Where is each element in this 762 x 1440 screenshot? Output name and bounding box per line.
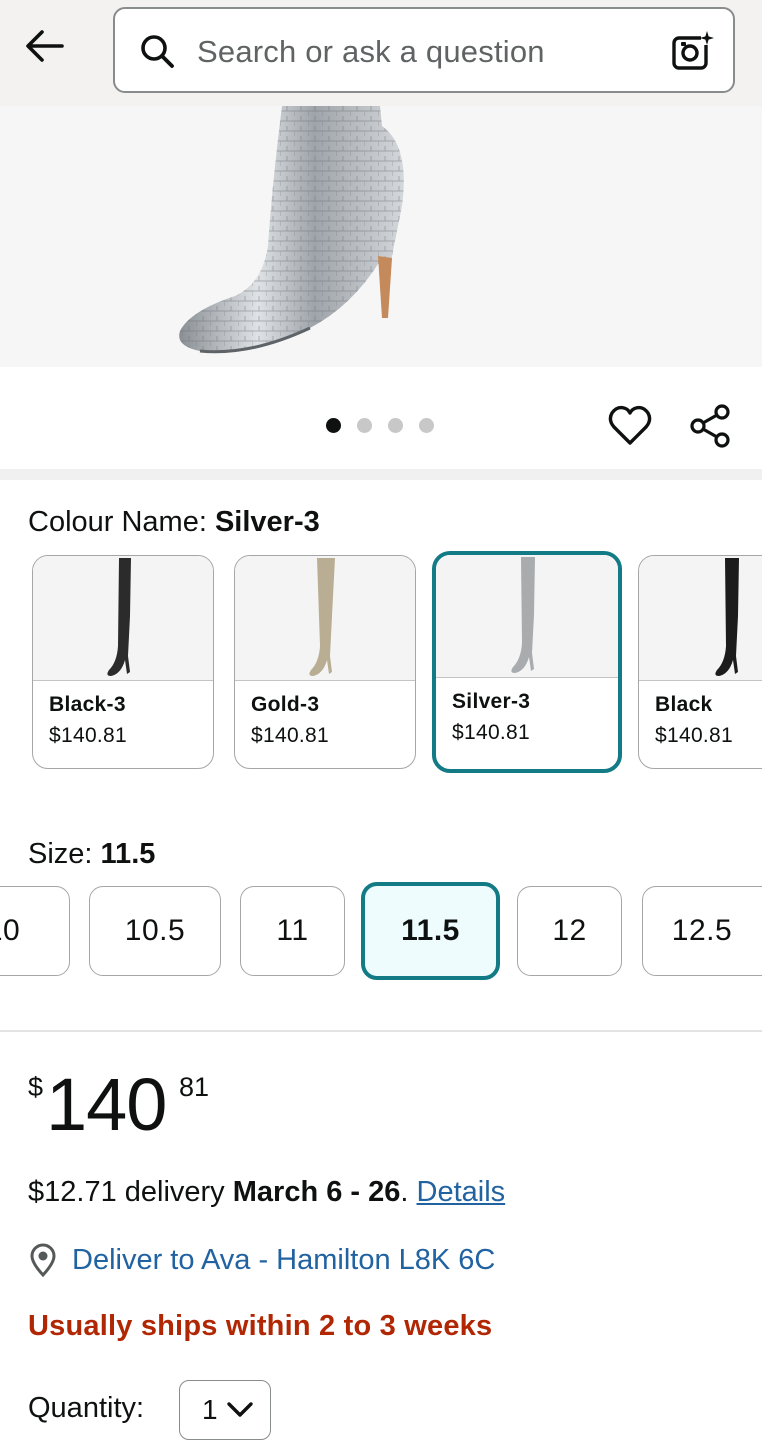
colour-option-black-3[interactable]: Black-3 $140.81 (32, 555, 214, 769)
delivery-info: $12.71 delivery March 6 - 26. Details (28, 1176, 505, 1209)
quantity-select[interactable]: 1 (179, 1380, 271, 1440)
carousel-dot[interactable] (388, 418, 403, 433)
carousel-indicator (326, 418, 434, 436)
selected-size: 11.5 (100, 838, 156, 870)
delivery-details-link[interactable]: Details (417, 1176, 506, 1208)
search-icon (141, 35, 174, 68)
quantity-value: 1 (202, 1394, 218, 1425)
price-fraction: 81 (179, 1072, 210, 1102)
share-button[interactable] (686, 402, 734, 450)
search-placeholder: Search or ask a question (197, 34, 545, 69)
colour-option-price: $140.81 (251, 724, 330, 747)
colour-option-gold-3[interactable]: Gold-3 $140.81 (234, 555, 416, 769)
back-arrow-icon (26, 30, 64, 62)
colour-option-name: Silver-3 (452, 690, 531, 713)
boot-thumbnail (511, 557, 535, 673)
colour-option-silver-3[interactable]: Silver-3 $140.81 (432, 551, 622, 773)
colour-option-name: Black (655, 693, 713, 716)
size-option-label: 12.5 (671, 914, 733, 947)
carousel-dot[interactable] (357, 418, 372, 433)
quantity-label: Quantity: (28, 1392, 145, 1424)
size-option-10[interactable]: 10 (0, 886, 70, 976)
colour-option-name: Black-3 (49, 693, 126, 716)
size-label-text: Size: (28, 838, 101, 870)
boot-thumbnail (309, 558, 335, 676)
boot-thumbnail (107, 558, 131, 676)
colour-option-price: $140.81 (655, 724, 734, 747)
size-option-label: 10 (0, 914, 21, 947)
deliver-to-link[interactable]: Deliver to Ava - Hamilton L8K 6C (28, 1240, 495, 1280)
size-option-10-5[interactable]: 10.5 (89, 886, 221, 976)
delivery-dates: March 6 - 26 (232, 1176, 401, 1208)
colour-option-name: Gold-3 (251, 693, 320, 716)
size-option-11-5[interactable]: 11.5 (361, 882, 500, 980)
selected-colour: Silver-3 (214, 506, 320, 538)
availability-status: Usually ships within 2 to 3 weeks (28, 1310, 493, 1342)
size-option-11[interactable]: 11 (240, 886, 345, 976)
delivery-cost: $12.71 delivery (28, 1176, 233, 1208)
heart-icon (608, 405, 652, 445)
colour-label: Colour Name: Silver-3 (28, 506, 320, 539)
location-pin-icon (30, 1243, 56, 1277)
size-option-label: 10.5 (124, 914, 186, 947)
colour-option-black[interactable]: Black $140.81 (638, 555, 762, 769)
search-input[interactable]: Search or ask a question (113, 7, 735, 93)
section-divider (0, 1030, 762, 1032)
deliver-to-text: Deliver to Ava - Hamilton L8K 6C (72, 1243, 496, 1276)
wishlist-button[interactable] (606, 402, 654, 450)
price-whole: 140 (46, 1063, 167, 1146)
product-image[interactable] (0, 106, 762, 367)
colour-thumbnail (33, 556, 213, 681)
price-symbol: $ (28, 1072, 44, 1102)
size-option-12-5[interactable]: 12.5 (642, 886, 762, 976)
top-bar: Search or ask a question (0, 0, 762, 106)
colour-thumbnail (639, 556, 762, 681)
colour-thumbnail (235, 556, 415, 681)
colour-label-text: Colour Name: (28, 506, 215, 538)
size-label: Size: 11.5 (28, 838, 155, 871)
size-option-label: 12 (552, 914, 587, 947)
section-divider (0, 469, 762, 480)
delivery-separator: . (400, 1176, 417, 1208)
colour-option-price: $140.81 (49, 724, 128, 747)
size-option-label: 11 (276, 914, 309, 947)
carousel-dot[interactable] (419, 418, 434, 433)
camera-search-icon[interactable] (671, 29, 715, 73)
chevron-down-icon (226, 1402, 253, 1417)
share-icon (690, 404, 730, 448)
back-button[interactable] (18, 22, 70, 70)
size-option-12[interactable]: 12 (517, 886, 622, 976)
carousel-dot[interactable] (326, 418, 341, 433)
boot-thumbnail (715, 558, 739, 676)
size-option-label: 11.5 (401, 914, 460, 947)
colour-option-price: $140.81 (452, 721, 531, 744)
colour-thumbnail (436, 555, 618, 678)
